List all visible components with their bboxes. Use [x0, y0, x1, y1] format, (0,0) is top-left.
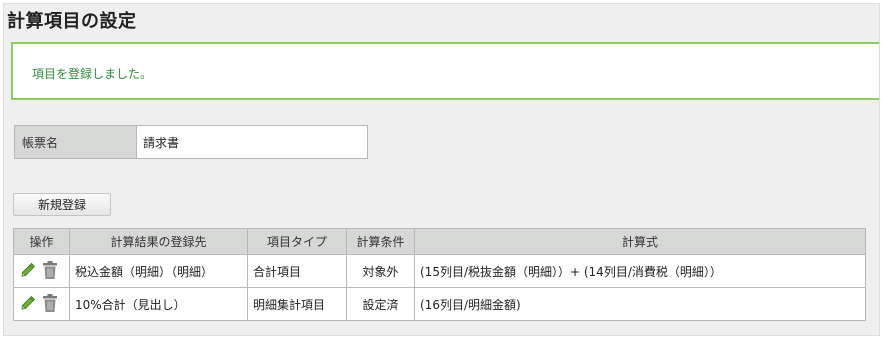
trash-icon[interactable] — [41, 293, 59, 316]
row-actions — [13, 287, 70, 321]
row-condition: 設定済 — [346, 287, 415, 321]
pencil-icon[interactable] — [19, 261, 37, 282]
report-name-row: 帳票名 請求書 — [14, 125, 368, 159]
col-header-formula: 計算式 — [414, 228, 866, 255]
row-formula: (16列目/明細金額) — [414, 287, 866, 321]
report-name-value: 請求書 — [143, 135, 180, 150]
page-title: 計算項目の設定 — [7, 11, 137, 32]
new-register-button[interactable]: 新規登録 — [13, 193, 111, 216]
row-target: 税込金額（明細）（明細） — [69, 254, 248, 288]
pencil-icon[interactable] — [19, 294, 37, 315]
col-header-target: 計算結果の登録先 — [69, 228, 248, 255]
table-row: 10%合計（見出し） 明細集計項目 設定済 (16列目/明細金額) — [13, 287, 866, 321]
table-header-row: 操作 計算結果の登録先 項目タイプ 計算条件 計算式 — [13, 228, 866, 255]
row-type: 明細集計項目 — [247, 287, 347, 321]
row-target: 10%合計（見出し） — [69, 287, 248, 321]
alert-message: 項目を登録しました。 — [32, 67, 153, 81]
success-alert: 項目を登録しました。 — [11, 42, 879, 100]
report-name-label: 帳票名 — [15, 126, 137, 158]
trash-icon[interactable] — [41, 260, 59, 283]
col-header-type: 項目タイプ — [247, 228, 347, 255]
row-actions — [13, 254, 70, 288]
row-formula: (15列目/税抜金額（明細））+ (14列目/消費税（明細）） — [414, 254, 866, 288]
row-condition: 対象外 — [346, 254, 415, 288]
row-type: 合計項目 — [247, 254, 347, 288]
col-header-condition: 計算条件 — [346, 228, 415, 255]
col-header-ops: 操作 — [13, 228, 70, 255]
table-row: 税込金額（明細）（明細） 合計項目 対象外 (15列目/税抜金額（明細））+ (… — [13, 254, 866, 288]
calc-items-table: 操作 計算結果の登録先 項目タイプ 計算条件 計算式 税込金額（明細）（明細） … — [13, 228, 866, 321]
